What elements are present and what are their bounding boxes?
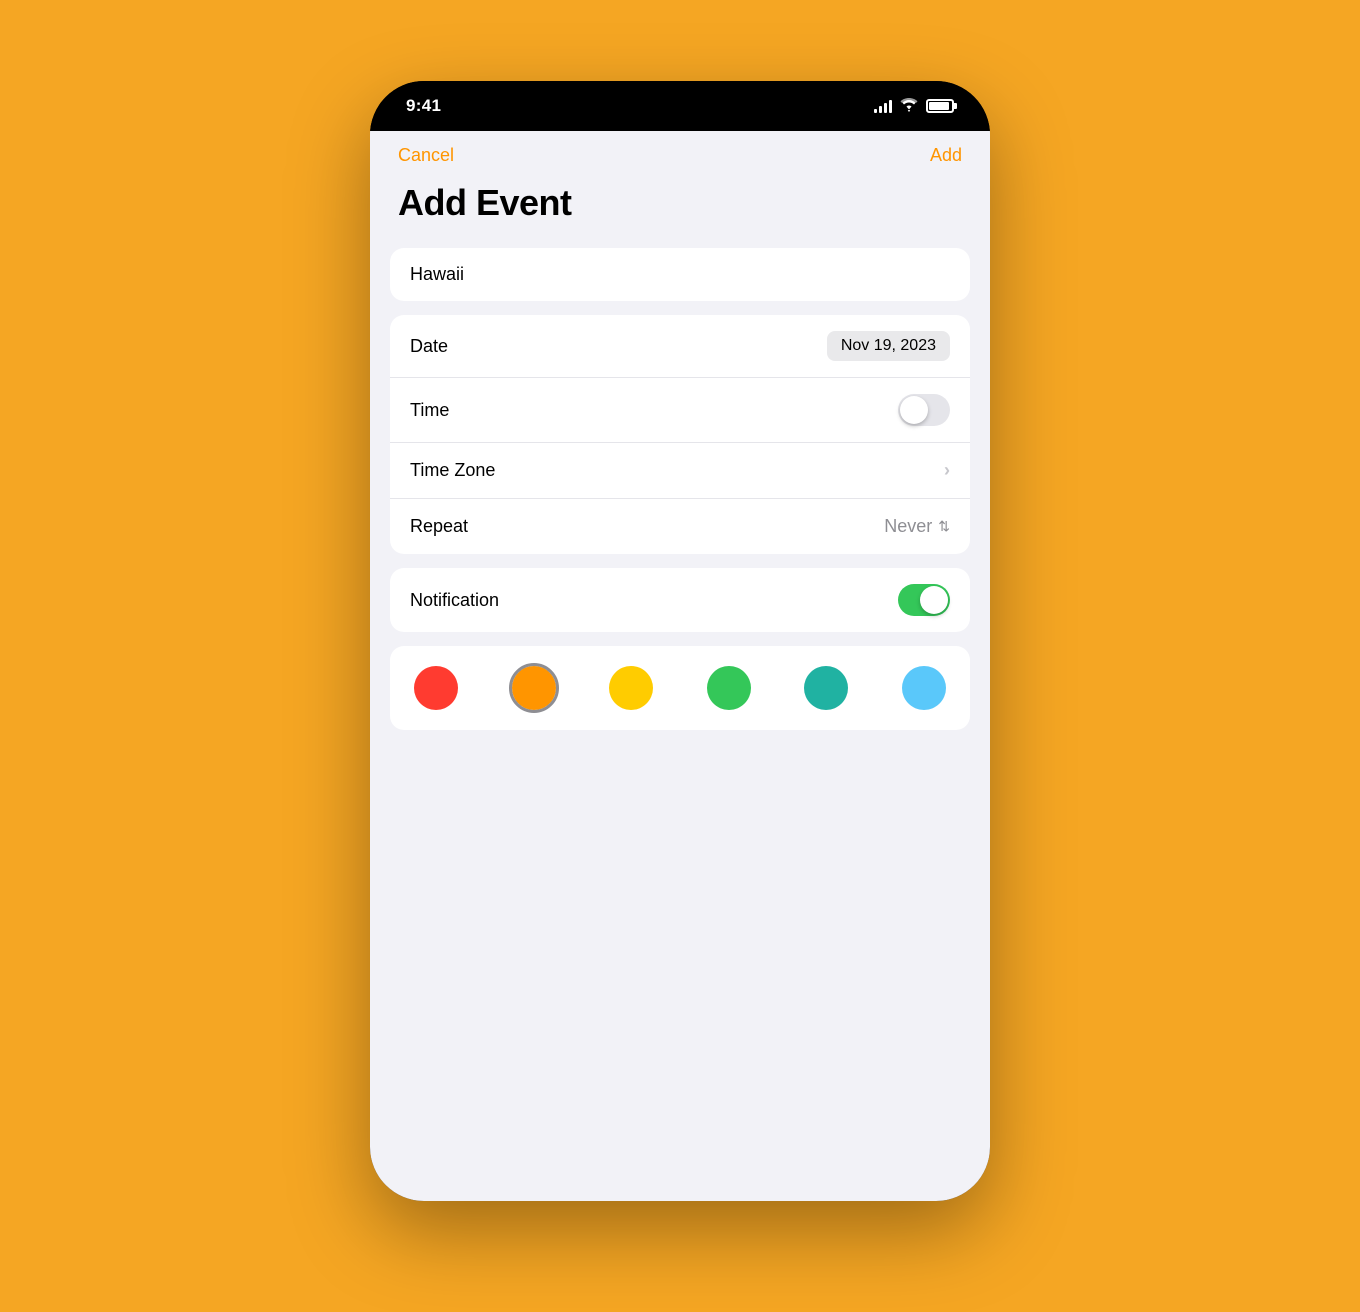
details-card: Date Nov 19, 2023 Time Time: [390, 315, 970, 554]
timezone-row[interactable]: Time Zone ›: [390, 442, 970, 498]
event-name-input[interactable]: Hawaii: [410, 264, 464, 284]
time-row[interactable]: Time: [390, 377, 970, 442]
color-teal[interactable]: [804, 666, 848, 710]
color-yellow[interactable]: [609, 666, 653, 710]
nav-bar: Cancel Add: [370, 131, 990, 174]
add-button[interactable]: Add: [930, 145, 962, 166]
date-value-container[interactable]: Nov 19, 2023: [827, 331, 950, 361]
form-container: Hawaii Date Nov 19, 2023 Time: [370, 248, 990, 730]
wifi-icon: [900, 98, 918, 115]
time-toggle-knob: [900, 396, 928, 424]
color-red[interactable]: [414, 666, 458, 710]
timezone-label: Time Zone: [410, 460, 495, 481]
notification-toggle-knob: [920, 586, 948, 614]
repeat-value-container[interactable]: Never ⇅: [884, 516, 950, 537]
battery-icon: [926, 99, 954, 113]
status-time: 9:41: [406, 96, 441, 116]
status-bar: 9:41: [370, 81, 990, 131]
event-name-card[interactable]: Hawaii: [390, 248, 970, 301]
page-title-section: Add Event: [370, 174, 990, 248]
repeat-label: Repeat: [410, 516, 468, 537]
notification-toggle[interactable]: [898, 584, 950, 616]
color-picker-card: [390, 646, 970, 730]
repeat-value: Never: [884, 516, 932, 537]
chevron-right-icon: ›: [944, 460, 950, 481]
page-title: Add Event: [398, 182, 572, 223]
updown-arrows-icon: ⇅: [938, 518, 950, 535]
phone-wrapper: 9:41: [365, 81, 995, 1231]
notification-row[interactable]: Notification: [390, 568, 970, 632]
notification-card: Notification: [390, 568, 970, 632]
cancel-button[interactable]: Cancel: [398, 145, 454, 166]
content-area: Cancel Add Add Event Hawaii Date: [370, 131, 990, 1201]
timezone-value-container: ›: [944, 460, 950, 481]
time-label: Time: [410, 400, 449, 421]
notification-label: Notification: [410, 590, 499, 611]
repeat-row[interactable]: Repeat Never ⇅: [390, 498, 970, 554]
status-icons: [874, 98, 954, 115]
date-row[interactable]: Date Nov 19, 2023: [390, 315, 970, 377]
signal-icon: [874, 99, 892, 113]
date-label: Date: [410, 336, 448, 357]
time-toggle[interactable]: [898, 394, 950, 426]
phone-frame: 9:41: [370, 81, 990, 1201]
color-blue[interactable]: [902, 666, 946, 710]
color-green[interactable]: [707, 666, 751, 710]
date-badge[interactable]: Nov 19, 2023: [827, 331, 950, 361]
color-orange[interactable]: [512, 666, 556, 710]
